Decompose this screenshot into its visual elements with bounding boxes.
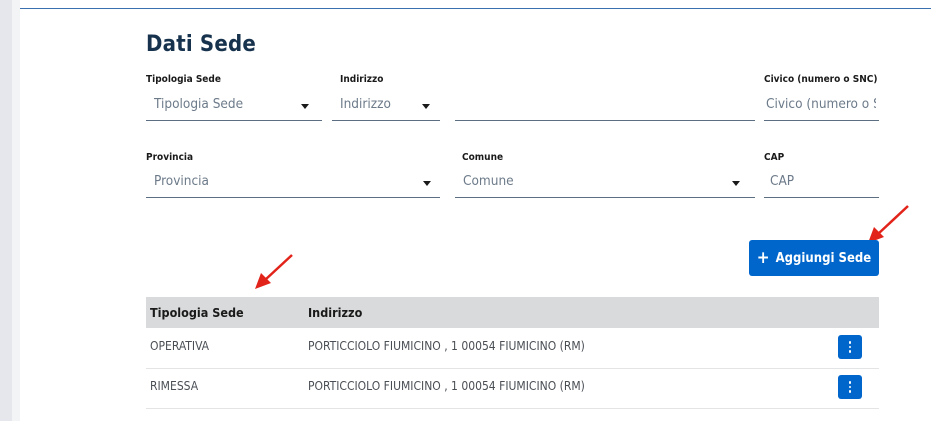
section-title: Dati Sede <box>146 32 256 57</box>
chevron-down-icon <box>301 104 309 109</box>
row-indirizzo: PORTICCIOLO FIUMICINO , 1 00054 FIUMICIN… <box>308 339 585 353</box>
cap-label: CAP <box>764 152 785 163</box>
cap-placeholder: CAP <box>770 173 795 189</box>
annotation-arrow-icon <box>255 254 293 289</box>
civico-input[interactable]: Civico (numero o SN <box>764 94 879 121</box>
civico-placeholder: Civico (numero o SN <box>766 96 876 112</box>
column-header-tipologia: Tipologia Sede <box>150 305 244 320</box>
tipologia-sede-label: Tipologia Sede <box>146 74 221 85</box>
chevron-down-icon <box>423 181 431 186</box>
plus-icon: + <box>756 247 770 268</box>
comune-label: Comune <box>462 152 504 163</box>
provincia-select[interactable]: Provincia <box>146 171 440 198</box>
comune-select[interactable]: Comune <box>455 171 755 198</box>
row-actions-button[interactable] <box>838 375 862 399</box>
row-tipologia: RIMESSA <box>150 379 199 393</box>
add-sede-button-label: Aggiungi Sede <box>775 250 872 266</box>
comune-placeholder: Comune <box>463 173 514 189</box>
column-header-indirizzo: Indirizzo <box>308 305 363 320</box>
indirizzo-label: Indirizzo <box>340 74 384 85</box>
row-indirizzo: PORTICCIOLO FIUMICINO , 1 00054 FIUMICIN… <box>308 379 585 393</box>
kebab-dot <box>848 390 852 393</box>
left-sidebar-strip <box>0 0 12 421</box>
tipologia-sede-select[interactable]: Tipologia Sede <box>146 94 322 121</box>
table-row: OPERATIVA PORTICCIOLO FIUMICINO , 1 0005… <box>146 328 879 369</box>
kebab-dot <box>848 381 852 384</box>
row-tipologia: OPERATIVA <box>150 339 210 353</box>
indirizzo-type-select[interactable]: Indirizzo <box>332 94 440 121</box>
table-row: RIMESSA PORTICCIOLO FIUMICINO , 1 00054 … <box>146 368 879 409</box>
chevron-down-icon <box>732 181 740 186</box>
tipologia-sede-placeholder: Tipologia Sede <box>154 96 244 112</box>
indirizzo-detail-input[interactable] <box>455 94 755 121</box>
kebab-dot <box>848 345 852 349</box>
left-sidebar-inner-strip <box>12 0 20 421</box>
kebab-dot <box>848 350 852 353</box>
chevron-down-icon <box>422 104 430 109</box>
kebab-dot <box>848 341 852 344</box>
row-actions-button[interactable] <box>838 335 862 359</box>
indirizzo-placeholder: Indirizzo <box>340 96 391 112</box>
civico-label: Civico (numero o SNC) <box>764 74 878 85</box>
provincia-label: Provincia <box>146 152 194 163</box>
table-header: Tipologia Sede Indirizzo <box>146 297 879 328</box>
add-sede-button[interactable]: + Aggiungi Sede <box>749 240 879 276</box>
provincia-placeholder: Provincia <box>154 173 209 189</box>
cap-input[interactable]: CAP <box>764 171 879 198</box>
top-divider <box>20 8 931 9</box>
kebab-dot <box>848 385 852 389</box>
